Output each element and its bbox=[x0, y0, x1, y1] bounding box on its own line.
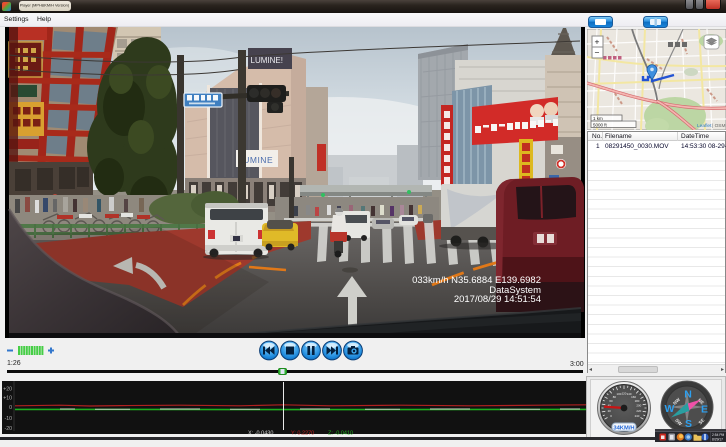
svg-text:Leaflet: Leaflet bbox=[697, 123, 712, 129]
svg-text:-10: -10 bbox=[5, 416, 13, 422]
svg-text:200: 200 bbox=[636, 404, 641, 408]
svg-text:2:54 PM: 2:54 PM bbox=[712, 433, 725, 437]
svg-text:+: + bbox=[595, 37, 600, 47]
svg-text:LUMINE!: LUMINE! bbox=[251, 56, 283, 65]
svg-text:Y: 0.2270: Y: 0.2270 bbox=[291, 431, 314, 437]
svg-text:60: 60 bbox=[609, 399, 613, 403]
svg-text:180: 180 bbox=[635, 399, 640, 403]
svg-text:0: 0 bbox=[9, 405, 12, 411]
svg-text:220: 220 bbox=[636, 409, 641, 413]
svg-text:5000 ft: 5000 ft bbox=[593, 123, 608, 128]
svg-text:X: -0.0430: X: -0.0430 bbox=[248, 431, 273, 437]
svg-text:34KM/H: 34KM/H bbox=[613, 426, 634, 432]
svg-text:Z: -0.0410: Z: -0.0410 bbox=[328, 431, 353, 437]
svg-text:20: 20 bbox=[608, 409, 612, 413]
svg-text:240: 240 bbox=[635, 414, 640, 418]
svg-text:N: N bbox=[684, 389, 692, 401]
svg-text:1 km: 1 km bbox=[593, 116, 603, 121]
svg-text:E: E bbox=[701, 404, 708, 416]
svg-text:+10: +10 bbox=[3, 396, 12, 402]
svg-text:-20: -20 bbox=[5, 426, 13, 432]
svg-text:+20: +20 bbox=[3, 387, 12, 393]
svg-text:−: − bbox=[595, 48, 600, 58]
svg-text:| OSM: | OSM bbox=[712, 123, 726, 129]
